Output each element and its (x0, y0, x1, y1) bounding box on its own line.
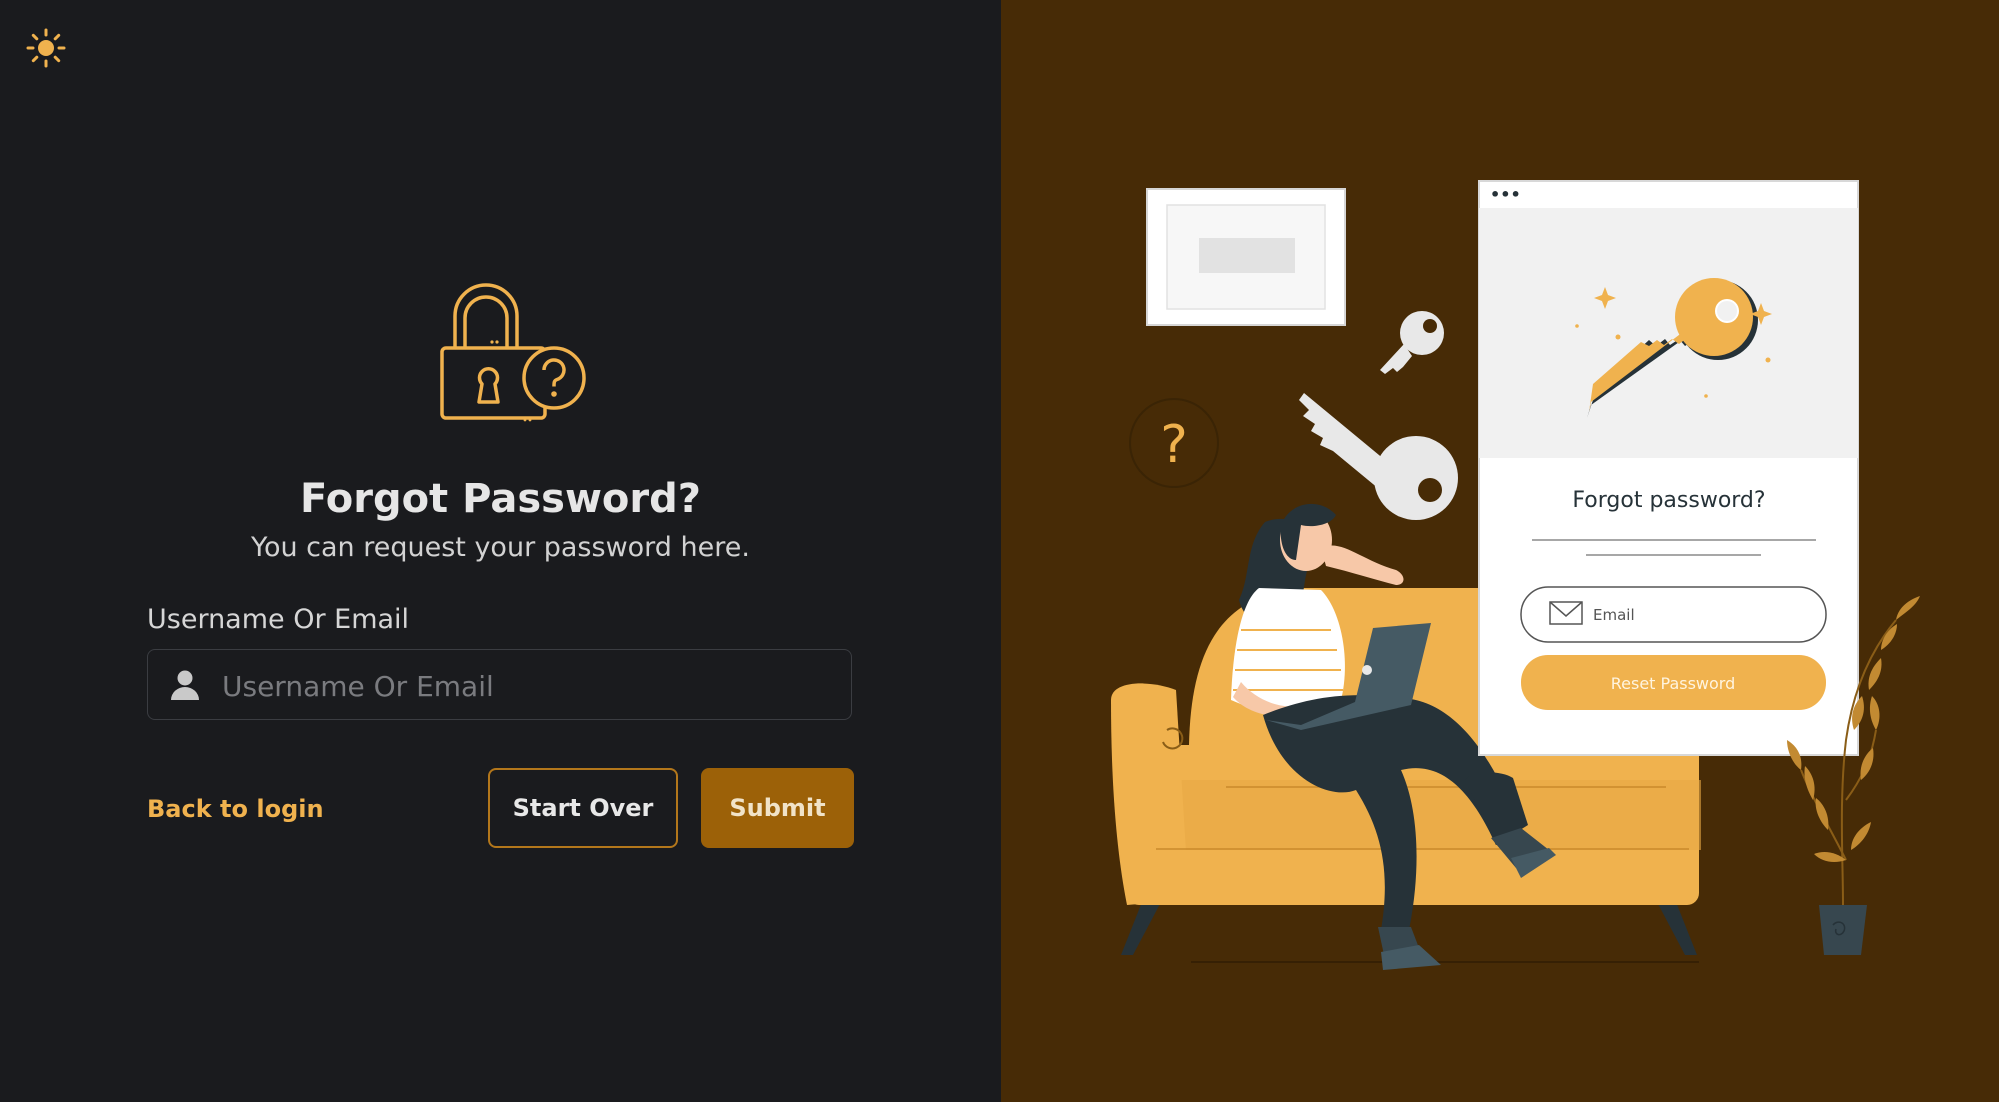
illustration-panel: ? ••• Forgot password? Email Reset Passw… (1001, 0, 1999, 1102)
question-bubble: ? (1129, 398, 1219, 488)
app-card-illustration: ••• Forgot password? Email Reset Passwor… (1478, 180, 1859, 756)
picture-frame (1146, 188, 1346, 326)
big-key-icon (1299, 393, 1458, 520)
submit-button[interactable]: Submit (701, 768, 854, 848)
username-email-field-container (147, 649, 852, 720)
page-subtitle: You can request your password here. (251, 532, 750, 563)
forgot-password-illustration: ? ••• Forgot password? Email Reset Passw… (1111, 180, 1920, 970)
card-reset-button-text: Reset Password (1611, 674, 1736, 693)
username-email-input[interactable] (220, 658, 834, 714)
user-icon (170, 669, 200, 701)
page-title: Forgot Password? (300, 476, 701, 522)
start-over-button[interactable]: Start Over (488, 768, 678, 848)
small-key-icon (1380, 311, 1444, 374)
form-panel: Forgot Password? You can request your pa… (0, 0, 1001, 1102)
card-dots-text: ••• (1490, 185, 1521, 204)
lock-question-icon (437, 268, 597, 428)
back-to-login-link[interactable]: Back to login (147, 790, 324, 828)
forgot-password-page: Forgot Password? You can request your pa… (0, 0, 1999, 1102)
card-title-text: Forgot password? (1572, 488, 1765, 513)
card-email-placeholder: Email (1593, 606, 1635, 624)
username-email-label: Username Or Email (147, 604, 410, 635)
question-mark-text: ? (1160, 415, 1188, 475)
sun-icon[interactable] (25, 27, 67, 69)
